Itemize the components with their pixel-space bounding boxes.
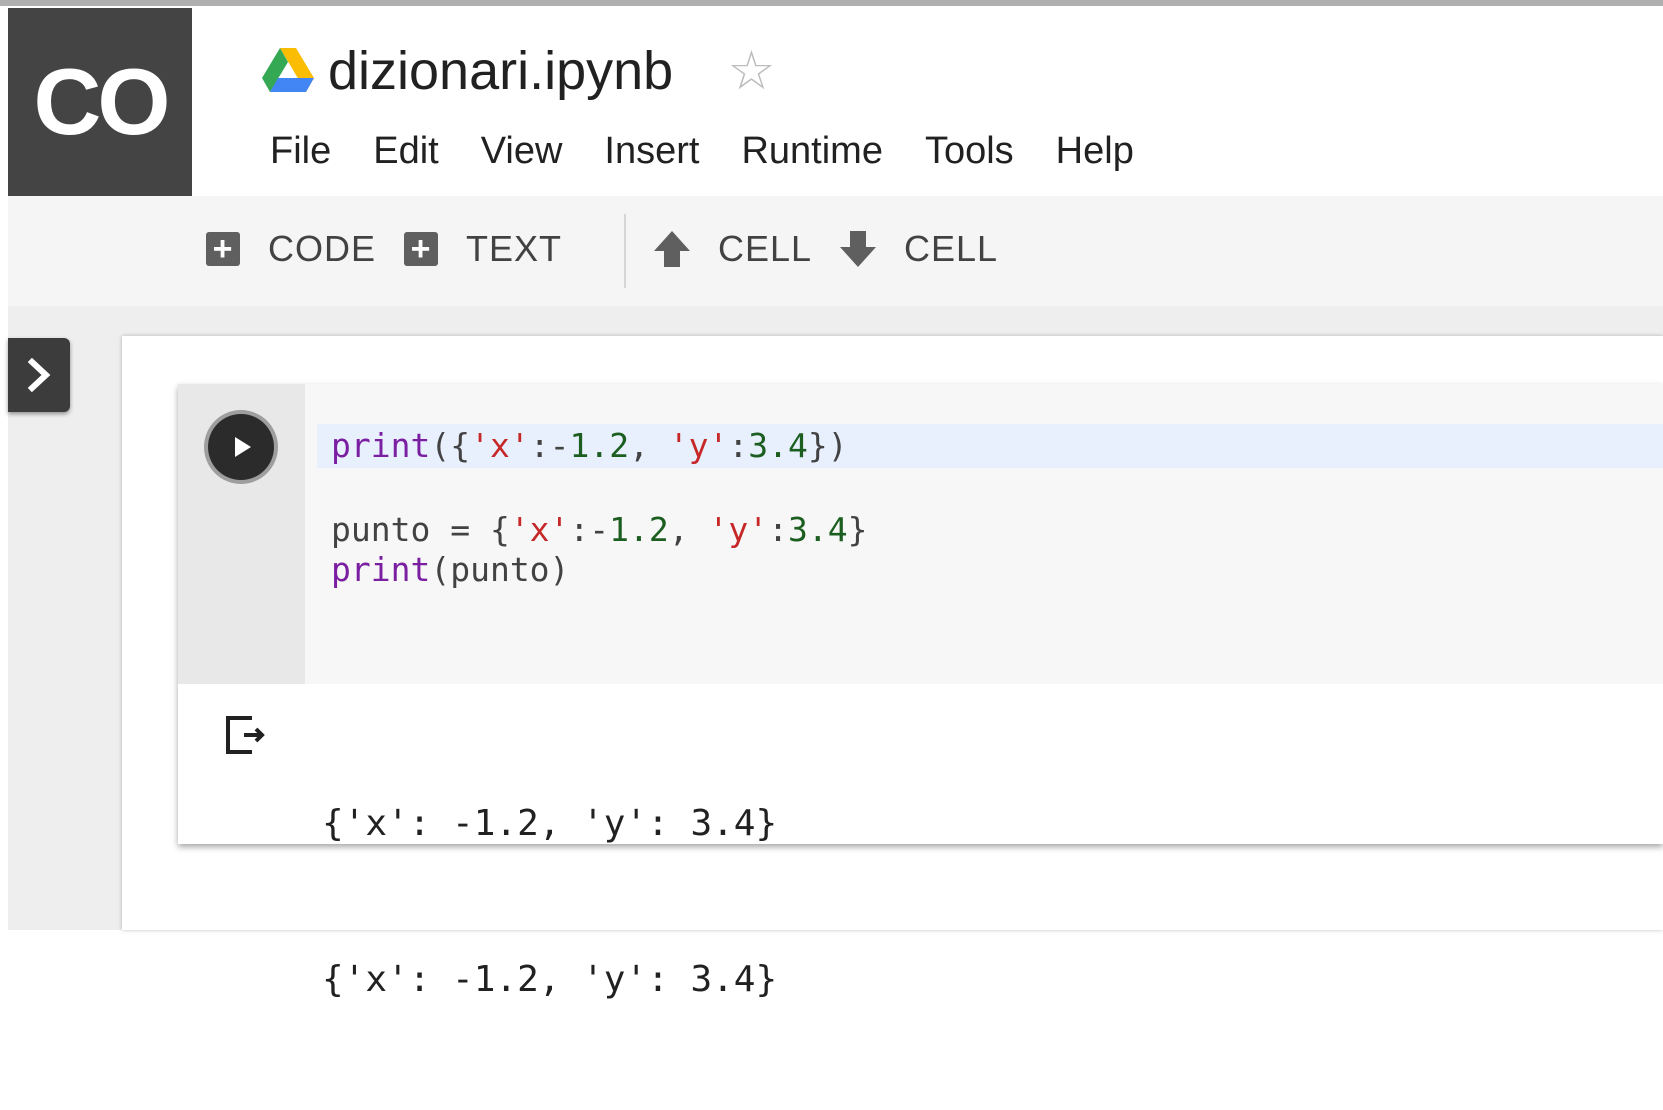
code-token: punto = { [331,510,510,549]
code-token: 'x' [509,510,570,549]
output-line-1: {'x': -1.2, 'y': 3.4} [322,803,778,844]
plus-icon: + [206,232,240,266]
header: dizionari.ipynb ☆ File Edit View Insert … [192,6,1663,196]
code-token: print [331,550,431,589]
add-code-button[interactable]: + CODE [206,228,376,270]
menu-file[interactable]: File [270,130,331,173]
code-token: 'y' [668,426,729,465]
code-line-1: print({'x':-1.2, 'y':3.4}) [331,424,848,468]
colab-logo[interactable]: CO [8,8,192,196]
code-token: :- [569,510,610,549]
code-token: , [629,426,669,465]
toolbar: + CODE + TEXT CELL CELL [8,196,1663,306]
add-code-label: CODE [268,228,377,269]
output-icon[interactable] [222,712,268,758]
code-token: , [668,510,709,549]
code-token: }) [807,426,848,465]
plus-icon: + [404,232,438,266]
move-cell-up-label: CELL [718,228,813,269]
play-icon [235,437,251,457]
code-token: ({ [430,426,471,465]
code-token: : [768,510,789,549]
menu-bar: File Edit View Insert Runtime Tools Help [270,130,1134,173]
move-cell-down-label: CELL [904,228,999,269]
code-token: 1.2 [609,510,669,549]
toolbar-divider [624,214,626,288]
code-token: : [728,426,749,465]
code-editor[interactable]: print({'x':-1.2, 'y':3.4}) punto = {'x':… [305,384,1663,684]
google-drive-icon [262,48,314,92]
code-token: :- [529,426,570,465]
menu-runtime[interactable]: Runtime [741,130,883,173]
menu-view[interactable]: View [481,130,563,173]
output-line-2: {'x': -1.2, 'y': 3.4} [322,959,778,1000]
code-line-3: punto = {'x':-1.2, 'y':3.4} [331,508,868,552]
code-token: 'x' [470,426,530,465]
menu-edit[interactable]: Edit [373,130,438,173]
chevron-right-icon [27,358,51,392]
code-cell[interactable]: print({'x':-1.2, 'y':3.4}) punto = {'x':… [178,384,1663,1000]
run-cell-button[interactable] [208,414,274,480]
star-outline-icon[interactable]: ☆ [727,44,775,98]
code-line-4: print(punto) [331,548,569,592]
code-token: 3.4 [748,426,808,465]
code-token: 'y' [708,510,769,549]
logo-text: CO [33,49,171,154]
sidebar-toggle[interactable] [8,338,70,412]
move-cell-up-button[interactable]: CELL [652,228,812,270]
code-token: } [847,510,868,549]
code-token: 3.4 [788,510,848,549]
code-token: 1.2 [569,426,630,465]
add-text-button[interactable]: + TEXT [404,228,562,270]
cell-output: {'x': -1.2, 'y': 3.4} {'x': -1.2, 'y': 3… [322,694,777,1110]
arrow-down-icon [840,231,876,267]
code-token: print [331,426,431,465]
menu-tools[interactable]: Tools [925,130,1014,173]
cell-gutter [178,384,305,684]
code-token: (punto) [430,550,570,589]
menu-insert[interactable]: Insert [604,130,699,173]
menu-help[interactable]: Help [1056,130,1134,173]
add-text-label: TEXT [466,228,563,269]
move-cell-down-button[interactable]: CELL [838,228,998,270]
notebook-title[interactable]: dizionari.ipynb [328,44,673,98]
title-row: dizionari.ipynb ☆ [262,36,776,106]
arrow-up-icon [654,231,690,267]
